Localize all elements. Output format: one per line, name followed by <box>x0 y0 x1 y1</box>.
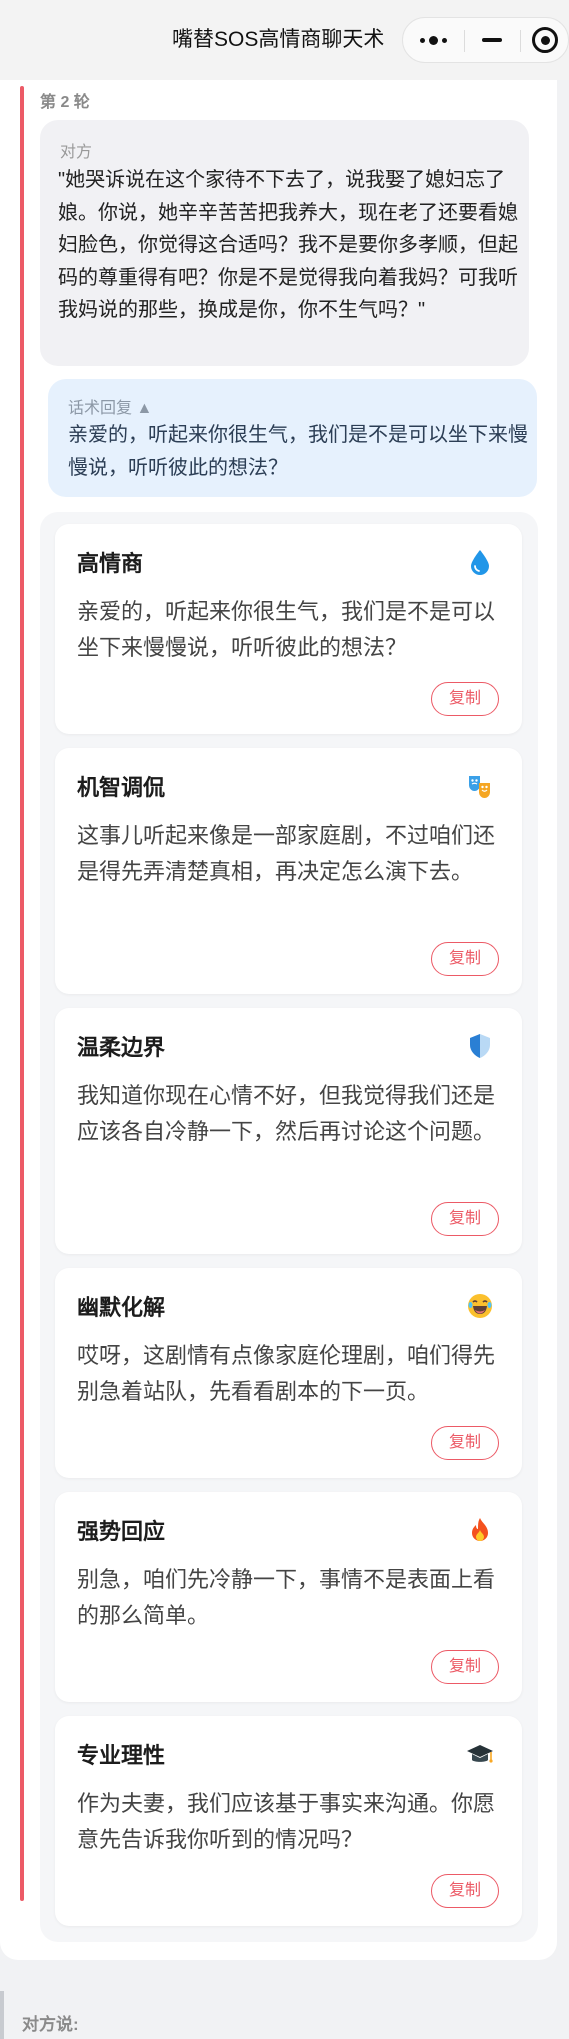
laughing-emoji-icon <box>466 1292 494 1320</box>
option-card-assertive: 强势回应 别急，咱们先冷静一下，事情不是表面上看的那么简单。 复制 <box>55 1492 522 1702</box>
opponent-text: "她哭诉说在这个家待不下去了，说我娶了媳妇忘了娘。你说，她辛辛苦苦把我养大，现在… <box>58 169 518 321</box>
minimize-button[interactable] <box>465 18 519 62</box>
minus-icon <box>482 38 502 42</box>
copy-button[interactable]: 复制 <box>431 942 499 976</box>
option-card-humor: 幽默化解 哎呀，这剧情有点像家庭伦理剧，咱们得先别急着站队，先看看剧本的下一页。… <box>55 1268 522 1478</box>
option-text: 作为夫妻，我们应该基于事实来沟通。你愿意先告诉我你听到的情况吗？ <box>77 1791 496 1852</box>
page: 嘴替SOS高情商聊天术 第 2 轮 对方 "她哭诉说在这个家待不下去了，说我娶了… <box>0 0 569 2039</box>
opponent-message: 对方 "她哭诉说在这个家待不下去了，说我娶了媳妇忘了娘。你说，她辛辛苦苦把我养大… <box>40 120 529 366</box>
copy-button[interactable]: 复制 <box>431 682 499 716</box>
option-title: 幽默化解 <box>77 1295 166 1320</box>
next-round-accent-bar <box>0 1991 4 2039</box>
option-title: 强势回应 <box>77 1519 166 1544</box>
copy-button[interactable]: 复制 <box>431 1202 499 1236</box>
option-text: 这事儿听起来像是一部家庭剧，不过咱们还是得先弄清楚真相，再决定怎么演下去。 <box>77 823 496 884</box>
option-text: 别急，咱们先冷静一下，事情不是表面上看的那么简单。 <box>77 1567 496 1628</box>
round-label: 第 2 轮 <box>40 94 90 111</box>
more-button[interactable] <box>403 18 463 62</box>
copy-button[interactable]: 复制 <box>431 1874 499 1908</box>
mini-program-capsule <box>402 17 569 63</box>
option-text: 哎呀，这剧情有点像家庭伦理剧，咱们得先别急着站队，先看看剧本的下一页。 <box>77 1343 496 1404</box>
close-program-button[interactable] <box>521 18 569 62</box>
reply-toggle-label[interactable]: 话术回复 ▲ <box>68 394 152 418</box>
reply-suggestion[interactable]: 话术回复 ▲ 亲爱的，听起来你很生气，我们是不是可以坐下来慢慢说，听听彼此的想法… <box>48 379 537 497</box>
shield-icon <box>466 1032 494 1060</box>
graduation-cap-icon <box>466 1740 494 1768</box>
fire-icon <box>466 1516 494 1544</box>
option-title: 高情商 <box>77 551 144 576</box>
option-card-witty: 机智调侃 这事儿听起来像是一部家庭剧，不过咱们还是得先弄清楚真相，再决定怎么演下… <box>55 748 522 994</box>
nav-bar: 嘴替SOS高情商聊天术 <box>0 0 569 80</box>
next-round-label: 对方说: <box>22 2015 79 2034</box>
reply-text: 亲爱的，听起来你很生气，我们是不是可以坐下来慢慢说，听听彼此的想法？ <box>68 424 528 479</box>
theater-masks-icon <box>466 772 494 800</box>
option-title: 机智调侃 <box>77 775 166 800</box>
target-circle-icon <box>532 27 558 53</box>
copy-button[interactable]: 复制 <box>431 1426 499 1460</box>
round-accent-bar <box>20 86 24 1901</box>
option-card-professional: 专业理性 作为夫妻，我们应该基于事实来沟通。你愿意先告诉我你听到的情况吗？ 复制 <box>55 1716 522 1926</box>
option-text: 我知道你现在心情不好，但我觉得我们还是应该各自冷静一下，然后再讨论这个问题。 <box>77 1083 496 1144</box>
option-card-gentle-boundary: 温柔边界 我知道你现在心情不好，但我觉得我们还是应该各自冷静一下，然后再讨论这个… <box>55 1008 522 1254</box>
page-title: 嘴替SOS高情商聊天术 <box>172 28 385 51</box>
option-title: 温柔边界 <box>77 1035 166 1060</box>
droplet-icon <box>466 548 494 576</box>
more-dots-icon <box>419 35 447 45</box>
option-card-high-eq: 高情商 亲爱的，听起来你很生气，我们是不是可以坐下来慢慢说，听听彼此的想法？ 复… <box>55 524 522 734</box>
option-title: 专业理性 <box>77 1743 166 1768</box>
copy-button[interactable]: 复制 <box>431 1650 499 1684</box>
option-text: 亲爱的，听起来你很生气，我们是不是可以坐下来慢慢说，听听彼此的想法？ <box>77 599 496 660</box>
opponent-label: 对方 <box>60 144 93 161</box>
